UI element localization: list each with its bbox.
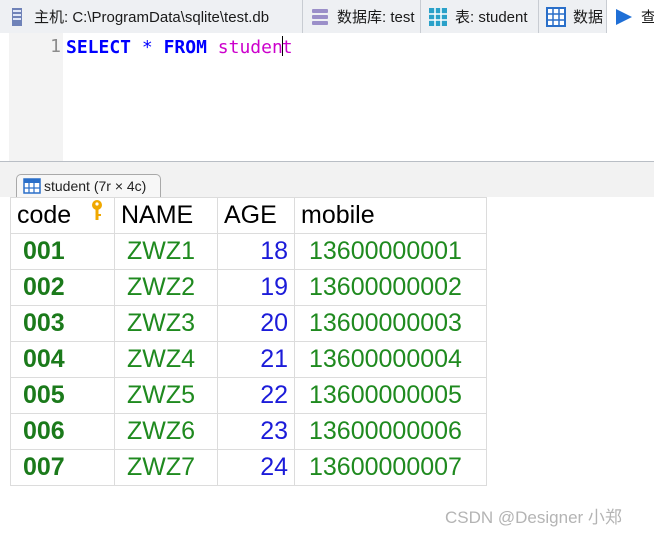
cell-code[interactable]: 002	[10, 269, 115, 306]
tab-data[interactable]: 数据	[539, 0, 607, 33]
column-header-name[interactable]: NAME	[114, 197, 218, 234]
tab-query[interactable]: 查	[607, 0, 654, 33]
column-header-mobile[interactable]: mobile	[294, 197, 487, 234]
cell-name[interactable]: ZWZ7	[114, 449, 218, 486]
result-tab[interactable]: student (7r × 4c)	[16, 174, 161, 197]
line-number: 1	[50, 36, 61, 57]
sql-code-line[interactable]: SELECT * FROM student	[66, 36, 293, 58]
table-row[interactable]: 007 ZWZ7 24 13600000007	[10, 449, 487, 486]
cell-age[interactable]: 22	[217, 377, 295, 414]
line-number-gutter: 1	[9, 33, 63, 161]
database-icon	[312, 8, 328, 25]
cell-name[interactable]: ZWZ6	[114, 413, 218, 450]
table-row[interactable]: 005 ZWZ5 22 13600000005	[10, 377, 487, 414]
tab-label: 数据库: test	[337, 9, 415, 26]
table-row[interactable]: 001 ZWZ1 18 13600000001	[10, 233, 487, 270]
tab-host[interactable]: 主机: C:\ProgramData\sqlite\test.db	[0, 0, 303, 33]
sql-keyword-from: FROM	[163, 37, 207, 58]
cell-age[interactable]: 24	[217, 449, 295, 486]
sql-table-name-tail: t	[281, 37, 293, 58]
table-row[interactable]: 002 ZWZ2 19 13600000002	[10, 269, 487, 306]
cell-name[interactable]: ZWZ2	[114, 269, 218, 306]
cell-age[interactable]: 21	[217, 341, 295, 378]
cell-code[interactable]: 001	[10, 233, 115, 270]
header-row: code NAME AGE mobile	[10, 197, 487, 234]
cell-name[interactable]: ZWZ5	[114, 377, 218, 414]
cell-mobile[interactable]: 13600000003	[294, 305, 487, 342]
cell-mobile[interactable]: 13600000001	[294, 233, 487, 270]
cell-age[interactable]: 19	[217, 269, 295, 306]
tab-table[interactable]: 表: student	[421, 0, 539, 33]
sql-star: *	[141, 37, 153, 58]
watermark: CSDN @Designer 小郑	[445, 508, 622, 527]
result-tab-label: student (7r × 4c)	[44, 178, 147, 194]
table-icon	[23, 178, 41, 194]
cell-age[interactable]: 18	[217, 233, 295, 270]
sql-editor[interactable]: 1 SELECT * FROM student	[0, 33, 654, 162]
table-row[interactable]: 004 ZWZ4 21 13600000004	[10, 341, 487, 378]
cell-code[interactable]: 003	[10, 305, 115, 342]
cell-name[interactable]: ZWZ1	[114, 233, 218, 270]
tab-label: 主机: C:\ProgramData\sqlite\test.db	[34, 9, 270, 26]
tab-label: 查	[641, 9, 654, 26]
database-server-icon	[12, 7, 22, 26]
cell-code[interactable]: 004	[10, 341, 115, 378]
cell-code[interactable]: 005	[10, 377, 115, 414]
document-tab-bar: 主机: C:\ProgramData\sqlite\test.db 数据库: t…	[0, 0, 654, 34]
tab-label: 数据	[573, 9, 604, 26]
cell-code[interactable]: 006	[10, 413, 115, 450]
cell-name[interactable]: ZWZ3	[114, 305, 218, 342]
play-query-icon	[616, 8, 632, 25]
sql-table-name: studen	[217, 37, 283, 58]
table-icon	[429, 7, 447, 26]
cell-mobile[interactable]: 13600000004	[294, 341, 487, 378]
cell-name[interactable]: ZWZ4	[114, 341, 218, 378]
cell-mobile[interactable]: 13600000005	[294, 377, 487, 414]
result-grid[interactable]: code NAME AGE mobile 001 ZWZ1 18 1360000…	[10, 197, 487, 486]
cell-mobile[interactable]: 13600000007	[294, 449, 487, 486]
sql-keyword-select: SELECT	[66, 37, 132, 58]
table-row[interactable]: 006 ZWZ6 23 13600000006	[10, 413, 487, 450]
tab-label: 表: student	[455, 9, 528, 26]
cell-code[interactable]: 007	[10, 449, 115, 486]
cell-age[interactable]: 20	[217, 305, 295, 342]
column-header-age[interactable]: AGE	[217, 197, 295, 234]
result-tab-bar: student (7r × 4c)	[0, 162, 654, 197]
cell-age[interactable]: 23	[217, 413, 295, 450]
grid-data-icon	[546, 6, 566, 27]
cell-mobile[interactable]: 13600000006	[294, 413, 487, 450]
table-row[interactable]: 003 ZWZ3 20 13600000003	[10, 305, 487, 342]
tab-database[interactable]: 数据库: test	[303, 0, 421, 33]
primary-key-icon	[92, 200, 102, 220]
cell-mobile[interactable]: 13600000002	[294, 269, 487, 306]
